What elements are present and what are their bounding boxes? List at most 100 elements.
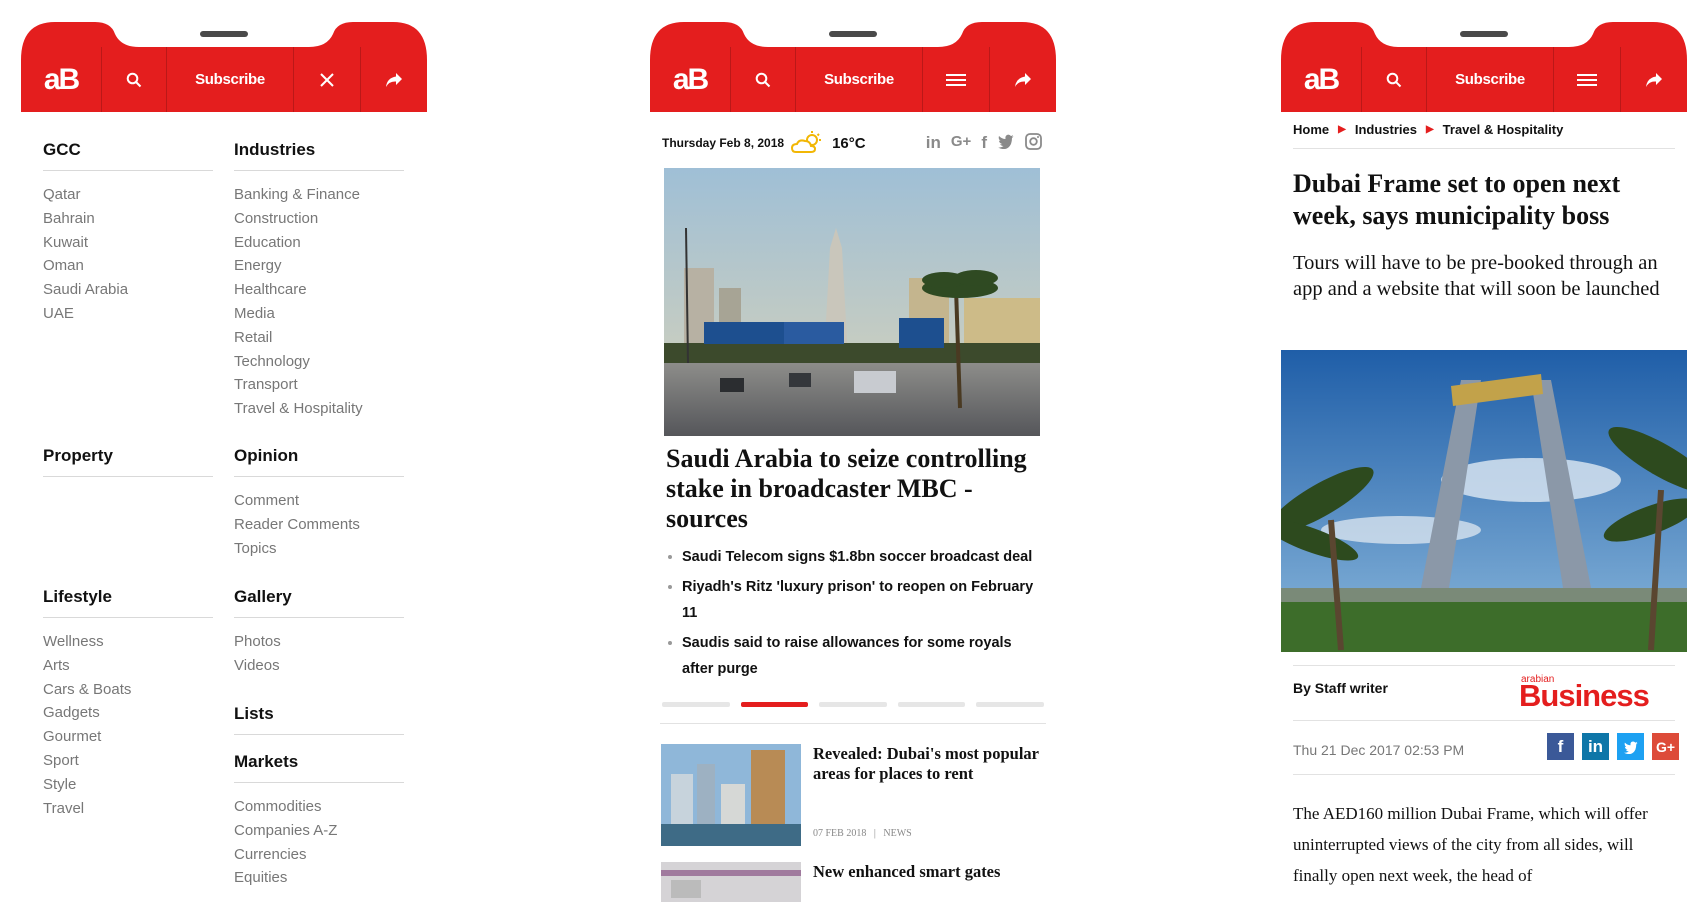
menu-item[interactable]: Videos [234,654,404,678]
menu-item[interactable]: Bahrain [43,207,213,231]
twitter-share-button[interactable] [1617,733,1644,760]
carousel-dot[interactable] [819,702,887,707]
menu-section-title[interactable]: Gallery [234,587,404,618]
hamburger-icon [946,73,966,86]
menu-item[interactable]: Oman [43,254,213,278]
menu-item[interactable]: Topics [234,537,404,561]
instagram-icon[interactable] [1025,133,1042,150]
menu-item[interactable]: Currencies [234,843,404,867]
menu-item[interactable]: Comment [234,489,404,513]
facebook-icon[interactable]: f [981,133,987,153]
menu-button[interactable] [1554,47,1621,112]
share-buttons: f in G+ [1547,733,1679,760]
menu-item[interactable]: Energy [234,254,404,278]
menu-item[interactable]: Media [234,302,404,326]
menu-item[interactable]: Technology [234,350,404,374]
carousel-dot[interactable] [662,702,730,707]
logo[interactable]: aB [21,47,102,112]
menu-item[interactable]: Travel & Hospitality [234,397,404,421]
story-meta: 07 FEB 2018 | NEWS [813,828,912,839]
menu-section-title[interactable]: Markets [234,752,404,783]
menu-item[interactable]: Travel [43,797,213,821]
menu-item[interactable]: Qatar [43,183,213,207]
logo[interactable]: aB [650,47,731,112]
article-title: Dubai Frame set to open next week, says … [1293,169,1621,230]
related-story-link[interactable]: Saudis said to raise allowances for some… [666,630,1038,682]
menu-section-title[interactable]: Lists [234,704,404,735]
carousel-dot-active[interactable] [740,702,809,707]
linkedin-icon[interactable]: in [926,133,941,153]
arabian-business-logo[interactable]: arabian Business [1519,668,1679,713]
share-button[interactable] [990,47,1056,112]
menu-item[interactable]: Reader Comments [234,513,404,537]
search-button[interactable] [102,47,167,112]
menu-item[interactable]: Education [234,231,404,255]
menu-item[interactable]: Gadgets [43,701,213,725]
subscribe-button[interactable]: Subscribe [1427,47,1554,112]
related-story-link[interactable]: Saudi Telecom signs $1.8bn soccer broadc… [666,544,1038,570]
story-card[interactable]: New enhanced smart gates [661,862,1041,902]
chevron-right-icon: ▶ [1425,124,1434,135]
phone-speaker [200,31,248,37]
share-button[interactable] [1621,47,1687,112]
article-body: The AED160 million Dubai Frame, which wi… [1293,804,1648,885]
menu-item[interactable]: Style [43,773,213,797]
story-category[interactable]: NEWS [883,828,911,839]
story-title[interactable]: New enhanced smart gates [813,862,1041,882]
menu-item[interactable]: Construction [234,207,404,231]
related-story-link[interactable]: Riyadh's Ritz 'luxury prison' to reopen … [666,574,1038,626]
menu-item[interactable]: Sport [43,749,213,773]
menu-item[interactable]: Wellness [43,630,213,654]
share-button[interactable] [361,47,427,112]
breadcrumb-home[interactable]: Home [1293,122,1329,137]
related-stories: Saudi Telecom signs $1.8bn soccer broadc… [666,544,1038,686]
main-headline[interactable]: Saudi Arabia to seize controlling stake … [666,444,1036,534]
article-byline: By Staff writer [1293,680,1388,696]
story-title[interactable]: Revealed: Dubai's most popular areas for… [813,744,1041,784]
article-subtitle: Tours will have to be pre-booked through… [1293,252,1660,300]
googleplus-icon[interactable]: G+ [951,133,971,153]
hero-image[interactable] [664,168,1040,436]
subscribe-button[interactable]: Subscribe [167,47,294,112]
breadcrumb-industries[interactable]: Industries [1355,122,1417,137]
menu-section-title[interactable]: Opinion [234,446,404,477]
menu-item[interactable]: Arts [43,654,213,678]
menu-item[interactable]: Healthcare [234,278,404,302]
carousel-dot[interactable] [976,702,1044,707]
subscribe-button[interactable]: Subscribe [796,47,923,112]
carousel-dot[interactable] [897,702,966,707]
menu-section-title[interactable]: Industries [234,140,404,171]
menu-item[interactable]: Retail [234,326,404,350]
story-card[interactable]: Revealed: Dubai's most popular areas for… [661,744,1041,846]
facebook-share-button[interactable]: f [1547,733,1574,760]
menu-section-title[interactable]: Lifestyle [43,587,213,618]
menu-item[interactable]: UAE [43,302,213,326]
menu-item[interactable]: Companies A-Z [234,819,404,843]
googleplus-share-button[interactable]: G+ [1652,733,1679,760]
current-date: Thursday Feb 8, 2018 [662,136,785,150]
menu-item[interactable]: Saudi Arabia [43,278,213,302]
menu-screen: aB Subscribe GCC Qatar Bahrain Kuwait Om… [21,0,427,908]
menu-item[interactable]: Commodities [234,795,404,819]
menu-section-title[interactable]: Property [43,446,213,477]
menu-item[interactable]: Photos [234,630,404,654]
menu-item[interactable]: Cars & Boats [43,678,213,702]
logo[interactable]: aB [1281,47,1362,112]
linkedin-share-button[interactable]: in [1582,733,1609,760]
menu-section-title[interactable]: GCC [43,140,213,171]
brand-name: Business [1519,678,1650,713]
menu-button[interactable] [923,47,990,112]
menu-item[interactable]: Banking & Finance [234,183,404,207]
article-image[interactable] [1281,350,1687,652]
menu-item[interactable]: Gourmet [43,725,213,749]
breadcrumb-travel[interactable]: Travel & Hospitality [1443,122,1564,137]
divider [1293,148,1675,149]
menu-item[interactable]: Equities [234,866,404,890]
menu-item[interactable]: Transport [234,373,404,397]
phone-speaker [1460,31,1508,37]
twitter-icon[interactable] [997,133,1015,149]
close-menu-button[interactable] [294,47,361,112]
search-button[interactable] [1362,47,1427,112]
menu-item[interactable]: Kuwait [43,231,213,255]
search-button[interactable] [731,47,796,112]
